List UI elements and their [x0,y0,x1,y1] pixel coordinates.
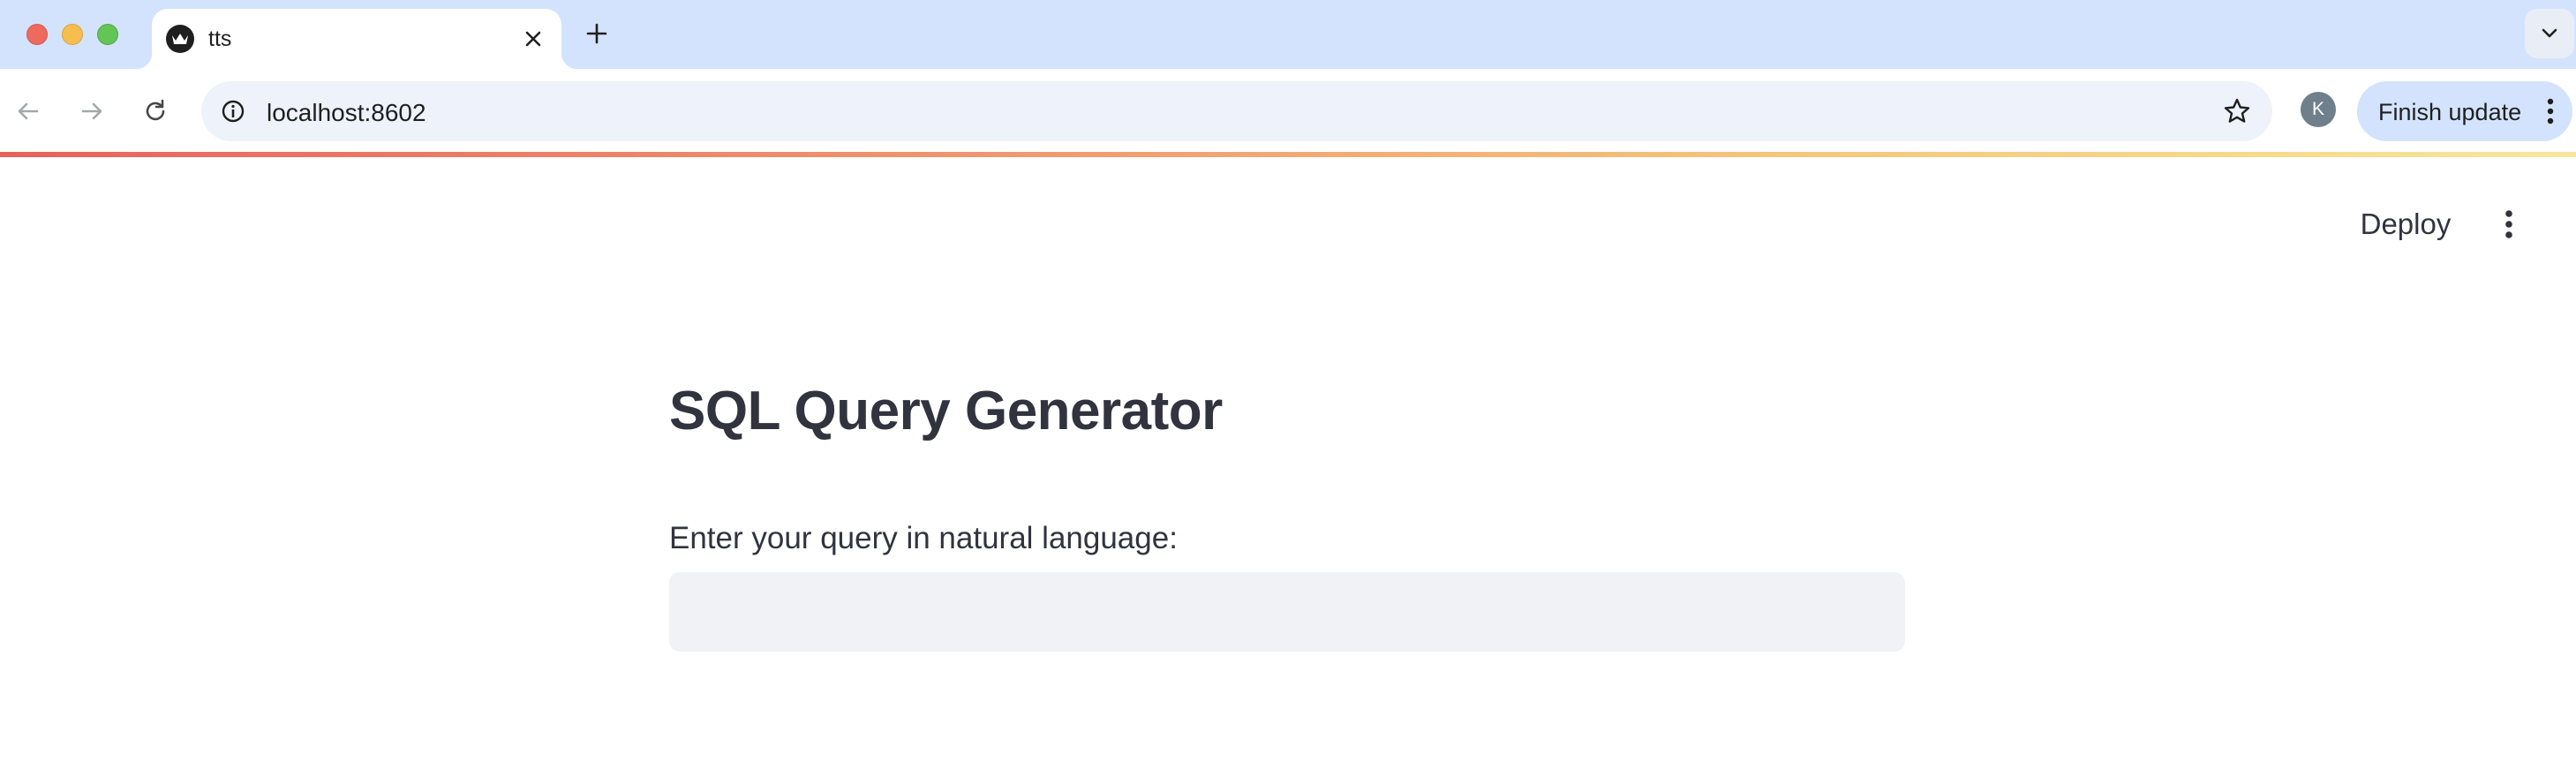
address-bar[interactable]: localhost:8602 [201,81,2272,141]
tab-close-icon[interactable] [519,25,547,53]
window-maximize-button[interactable] [97,24,118,45]
reload-button[interactable] [136,92,175,131]
back-button[interactable] [9,92,48,131]
deploy-button[interactable]: Deploy [2348,201,2463,247]
url-text[interactable]: localhost:8602 [267,99,426,127]
tab-search-button[interactable] [2525,9,2574,58]
profile-avatar[interactable]: K [2301,92,2336,127]
forward-button[interactable] [72,92,111,131]
arrow-left-icon [18,102,39,120]
new-tab-button[interactable] [579,16,614,51]
tab-title: tts [208,26,232,51]
vertical-dots-icon [2505,210,2512,238]
chevron-down-icon [2542,28,2557,38]
query-input[interactable] [669,572,1905,652]
plus-icon [586,23,607,44]
browser-toolbar: localhost:8602 K Finish update [0,69,2576,154]
window-minimize-button[interactable] [62,24,83,45]
vertical-dots-icon [2537,94,2564,129]
query-label: Enter your query in natural language: [669,521,1178,555]
bookmark-star-icon[interactable] [2221,95,2253,127]
site-info-icon[interactable] [217,95,249,127]
arrow-right-icon [81,102,102,120]
finish-update-button[interactable]: Finish update [2357,81,2572,141]
page-title: SQL Query Generator [669,381,1223,441]
browser-tab[interactable]: tts [136,9,577,69]
tab-strip: tts [0,0,2576,69]
main-menu-button[interactable] [2493,203,2525,245]
window-close-button[interactable] [26,24,48,45]
app-header-decoration [0,152,2576,157]
reload-icon [146,99,165,121]
streamlit-crown-icon [166,25,194,53]
finish-update-label: Finish update [2378,99,2522,125]
